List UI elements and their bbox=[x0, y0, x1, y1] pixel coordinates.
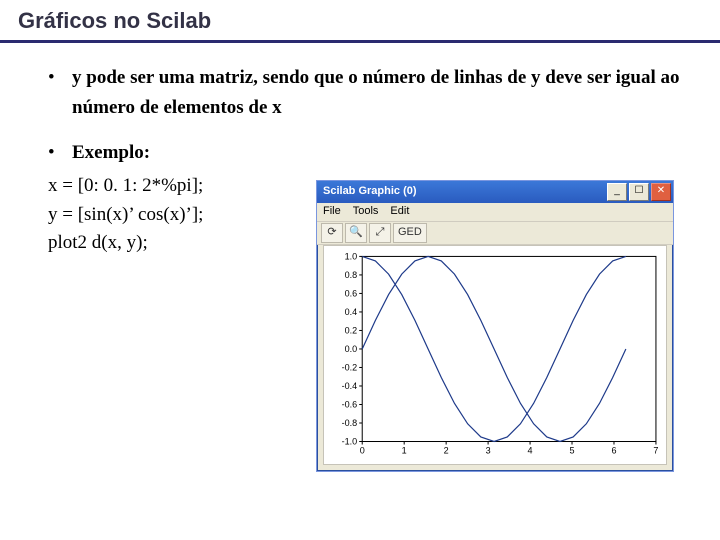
svg-text:1.0: 1.0 bbox=[345, 251, 358, 261]
slide-content: y pode ser uma matriz, sendo que o númer… bbox=[0, 57, 720, 258]
svg-text:0.4: 0.4 bbox=[345, 307, 358, 317]
title-underline bbox=[0, 40, 720, 43]
svg-text:4: 4 bbox=[528, 445, 533, 455]
plot-area: 0 1 2 3 4 5 6 7 -1.0 -0.8 -0.6 -0.4 -0.2 0.0 0.2 0.4 0.6… bbox=[323, 245, 667, 465]
svg-text:-0.6: -0.6 bbox=[342, 399, 358, 409]
window-titlebar[interactable]: Scilab Graphic (0) _ ☐ ✕ bbox=[317, 181, 673, 203]
svg-text:0.6: 0.6 bbox=[345, 288, 358, 298]
bullet-text: y pode ser uma matriz, sendo que o númer… bbox=[72, 67, 680, 118]
window-toolbar: ⟳ 🔍 ⤢ GED bbox=[317, 222, 673, 245]
svg-text:2: 2 bbox=[444, 445, 449, 455]
bullet-example: Exemplo: bbox=[48, 138, 692, 168]
chart-svg: 0 1 2 3 4 5 6 7 -1.0 -0.8 -0.6 -0.4 -0.2 0.0 0.2 0.4 0.6… bbox=[324, 246, 666, 464]
window-buttons: _ ☐ ✕ bbox=[607, 183, 671, 201]
svg-text:0.2: 0.2 bbox=[345, 325, 358, 335]
svg-text:-1.0: -1.0 bbox=[342, 436, 358, 446]
menu-file[interactable]: File bbox=[323, 203, 341, 221]
ged-button[interactable]: GED bbox=[393, 223, 427, 243]
close-button[interactable]: ✕ bbox=[651, 183, 671, 201]
minimize-button[interactable]: _ bbox=[607, 183, 627, 201]
svg-text:7: 7 bbox=[653, 445, 658, 455]
window-title: Scilab Graphic (0) bbox=[323, 183, 417, 201]
svg-text:1: 1 bbox=[402, 445, 407, 455]
zoom-region-icon[interactable]: ⤢ bbox=[369, 223, 391, 243]
slide: Gráficos no Scilab y pode ser uma matriz… bbox=[0, 0, 720, 540]
svg-text:-0.8: -0.8 bbox=[342, 418, 358, 428]
svg-text:-0.4: -0.4 bbox=[342, 381, 358, 391]
bullet-matrix-note: y pode ser uma matriz, sendo que o númer… bbox=[48, 63, 692, 124]
svg-text:0.8: 0.8 bbox=[345, 270, 358, 280]
svg-text:0: 0 bbox=[360, 445, 365, 455]
slide-title: Gráficos no Scilab bbox=[0, 0, 720, 40]
example-label: Exemplo: bbox=[72, 142, 150, 163]
window-menubar: File Tools Edit bbox=[317, 203, 673, 222]
rotate-icon[interactable]: ⟳ bbox=[321, 223, 343, 243]
svg-text:-0.2: -0.2 bbox=[342, 362, 358, 372]
zoom-icon[interactable]: 🔍 bbox=[345, 223, 367, 243]
svg-text:3: 3 bbox=[486, 445, 491, 455]
maximize-button[interactable]: ☐ bbox=[629, 183, 649, 201]
svg-text:0.0: 0.0 bbox=[345, 344, 358, 354]
svg-text:5: 5 bbox=[569, 445, 574, 455]
example-section: Exemplo: x = [0: 0. 1: 2*%pi]; y = [sin(… bbox=[48, 138, 692, 258]
svg-text:6: 6 bbox=[611, 445, 616, 455]
menu-edit[interactable]: Edit bbox=[390, 203, 409, 221]
scilab-graphic-window: Scilab Graphic (0) _ ☐ ✕ File Tools Edit… bbox=[316, 180, 674, 472]
menu-tools[interactable]: Tools bbox=[353, 203, 379, 221]
